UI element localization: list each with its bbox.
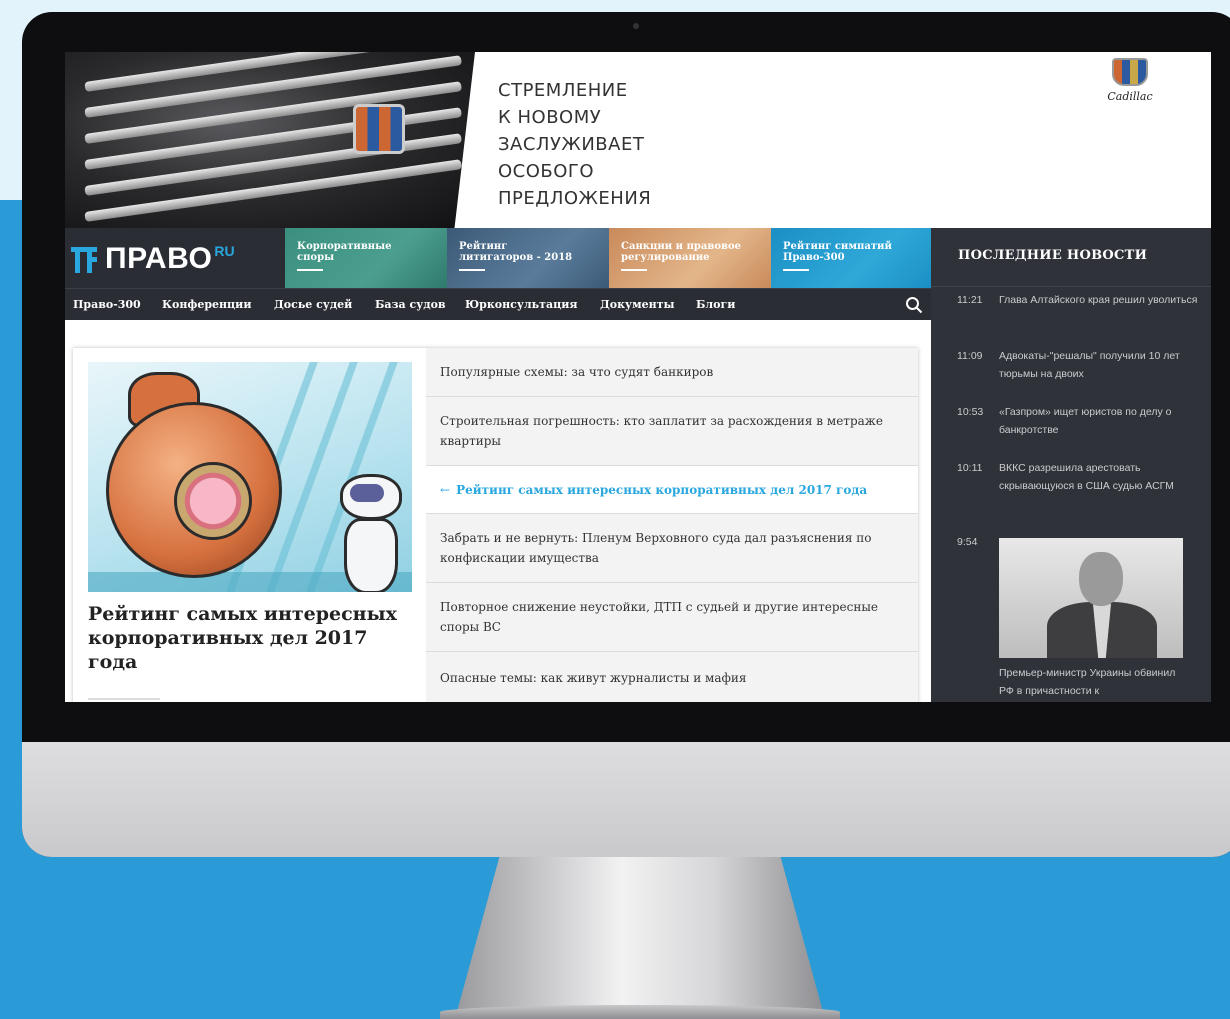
ad-banner[interactable]: СТРЕМЛЕНИЕ К НОВОМУ ЗАСЛУЖИВАЕТ ОСОБОГО …	[65, 52, 1211, 228]
small-robot-eyes	[350, 484, 384, 502]
news-text: Адвокаты-"решалы" получили 10 лет тюрьмы…	[999, 350, 1180, 380]
banner-text: СТРЕМЛЕНИЕ К НОВОМУ ЗАСЛУЖИВАЕТ ОСОБОГО …	[498, 80, 652, 209]
crest-icon	[1112, 58, 1148, 86]
list-item[interactable]: Повторное снижение неустойки, ДТП с судь…	[426, 583, 918, 652]
camera	[633, 23, 639, 29]
monitor-stand-base	[440, 1005, 840, 1019]
news-time: 11:21	[957, 294, 983, 306]
nav-item-blogs[interactable]: Блоги	[696, 298, 735, 311]
site-header: ПРАВО RU Корпоративные споры Рейтинг лит…	[65, 228, 931, 288]
car-emblem	[353, 104, 405, 154]
article-list: Популярные схемы: за что судят банкиров …	[426, 348, 918, 702]
news-text: ВККС разрешила арестовать скрывающуюся в…	[999, 462, 1174, 492]
list-item-active[interactable]: ← Рейтинг самых интересных корпоративных…	[426, 466, 918, 514]
monitor-stand	[455, 857, 825, 1019]
news-text: Глава Алтайского края решил уволиться	[999, 294, 1198, 306]
monitor-chin	[22, 742, 1230, 857]
news-time: 10:11	[957, 462, 983, 474]
car-image	[65, 52, 475, 228]
arrow-left-icon: ←	[440, 482, 451, 497]
small-robot-body	[344, 518, 398, 592]
nav-item-consultation[interactable]: Юрконсультация	[465, 298, 578, 311]
promo-corporate-disputes[interactable]: Корпоративные споры	[285, 228, 447, 288]
nav-item-judges[interactable]: Досье судей	[274, 298, 352, 311]
robot-dial	[174, 462, 252, 540]
brand-logo: Cadillac	[1095, 58, 1165, 103]
sidebar-title: ПОСЛЕДНИЕ НОВОСТИ	[958, 248, 1148, 263]
logo-mark-icon	[71, 247, 97, 273]
list-item[interactable]: Забрать и не вернуть: Пленум Верховного …	[426, 514, 918, 583]
main-content: Рейтинг самых интересных корпоративных д…	[65, 320, 931, 702]
sidebar-divider	[931, 286, 1211, 287]
news-photo[interactable]	[999, 538, 1183, 658]
feature-illustration[interactable]	[88, 362, 412, 592]
news-time: 10:53	[957, 406, 984, 418]
brand-name: Cadillac	[1107, 90, 1153, 103]
news-time: 9:54	[957, 536, 978, 548]
list-item[interactable]: Опасные темы: как живут журналисты и маф…	[426, 652, 918, 702]
logo-text: ПРАВО	[105, 242, 213, 275]
news-photo-caption[interactable]: Премьер-министр Украины обвинил РФ в при…	[999, 664, 1189, 700]
news-time: 11:09	[957, 350, 983, 362]
nav-item-pravo300[interactable]: Право-300	[73, 298, 141, 311]
site-logo[interactable]: ПРАВО RU	[71, 241, 235, 275]
list-item[interactable]: Популярные схемы: за что судят банкиров	[426, 348, 918, 397]
nav-item-documents[interactable]: Документы	[600, 298, 675, 311]
search-icon[interactable]	[905, 296, 923, 314]
list-item[interactable]: Строительная погрешность: кто заплатит з…	[426, 397, 918, 466]
feature-divider	[88, 698, 160, 700]
nav-item-conferences[interactable]: Конференции	[162, 298, 252, 311]
promo-pravo300-rating[interactable]: Рейтинг симпатий Право-300	[771, 228, 931, 288]
promo-sanctions[interactable]: Санкции и правовое регулирование	[609, 228, 771, 288]
logo-sup: RU	[214, 243, 235, 259]
featured-card: Рейтинг самых интересных корпоративных д…	[73, 348, 918, 702]
browser-screen: СТРЕМЛЕНИЕ К НОВОМУ ЗАСЛУЖИВАЕТ ОСОБОГО …	[65, 52, 1211, 702]
nav-item-courts[interactable]: База судов	[375, 298, 446, 311]
news-text: «Газпром» ищет юристов по делу о банкрот…	[999, 406, 1172, 436]
main-nav: Право-300 Конференции Досье судей База с…	[65, 288, 931, 321]
promo-litigators-rating[interactable]: Рейтинг литигаторов - 2018	[447, 228, 609, 288]
latest-news-sidebar: ПОСЛЕДНИЕ НОВОСТИ 11:21 Глава Алтайского…	[931, 228, 1211, 702]
feature-title[interactable]: Рейтинг самых интересных корпоративных д…	[88, 602, 413, 674]
